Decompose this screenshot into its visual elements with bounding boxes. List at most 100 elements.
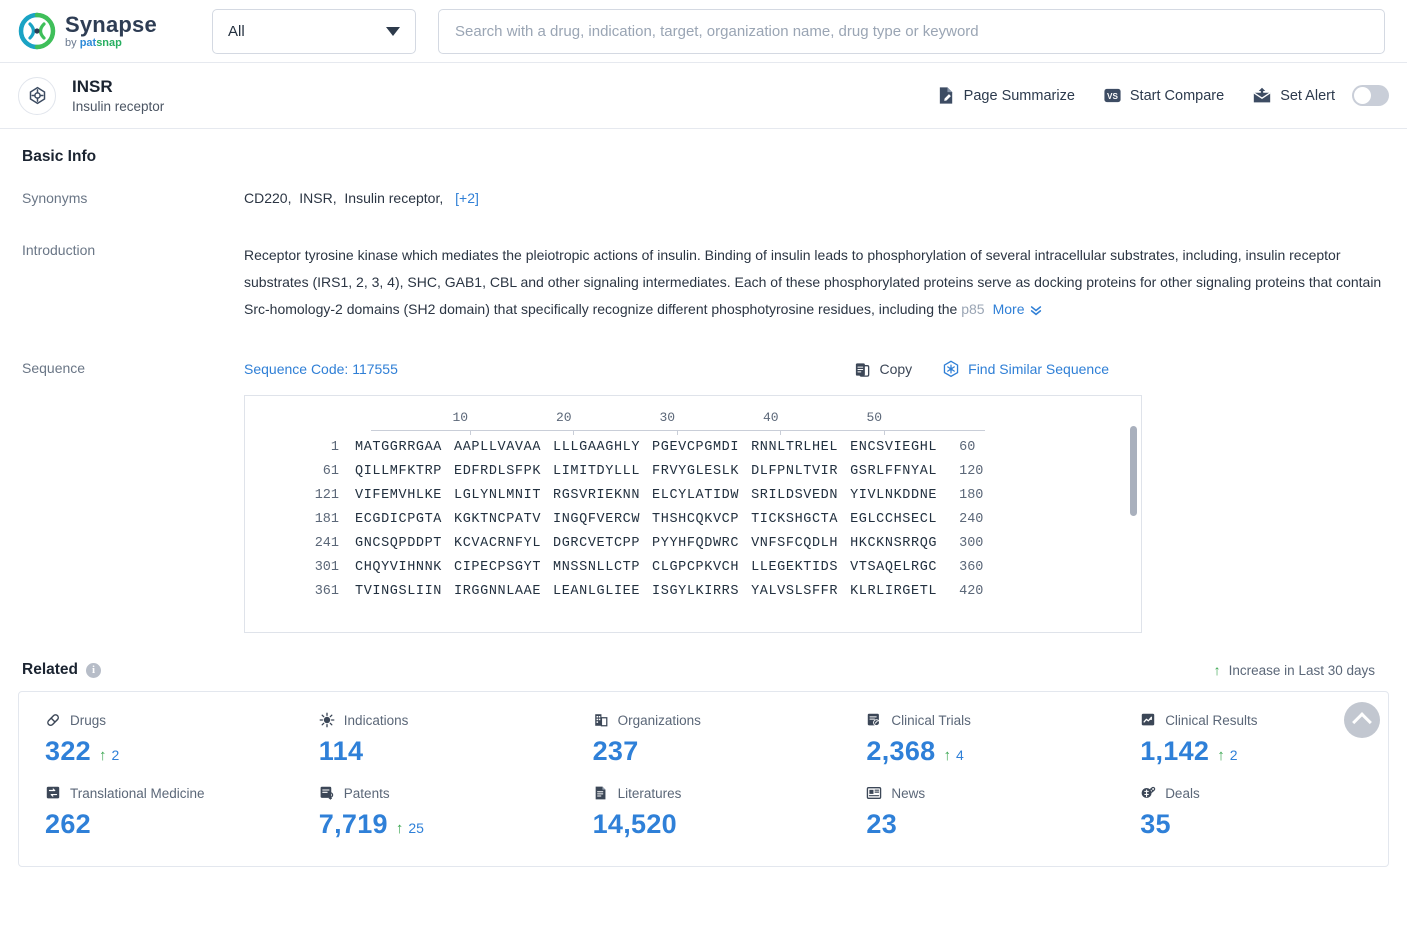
copy-sequence-button[interactable]: Copy xyxy=(854,361,912,378)
related-stat-value-row: 322 ↑ 2 xyxy=(45,736,293,767)
sequence-block: DGRCVETCPP xyxy=(553,536,641,551)
up-arrow-icon: ↑ xyxy=(1217,747,1225,764)
up-arrow-icon: ↑ xyxy=(98,747,107,764)
related-stat-cell[interactable]: Translational Medicine 262 xyxy=(19,785,293,840)
capsule-icon xyxy=(45,712,61,728)
page-summarize-button[interactable]: Page Summarize xyxy=(937,86,1075,105)
sequence-block: VIFEMVHLKE xyxy=(355,488,443,503)
sequence-block: LGLYNLMNIT xyxy=(454,488,542,503)
related-stat-cell[interactable]: Drugs 322 ↑ 2 xyxy=(19,712,293,767)
brand-logo[interactable]: Synapse by patsnap xyxy=(18,12,190,50)
clinical-result-icon xyxy=(1140,712,1156,728)
related-stat-value: 14,520 xyxy=(592,809,677,839)
set-alert-button[interactable]: Set Alert xyxy=(1252,85,1389,106)
copy-label: Copy xyxy=(879,361,913,377)
related-stat-cell[interactable]: News 23 xyxy=(840,785,1114,840)
sequence-block: LEANLGLIEE xyxy=(553,584,641,599)
related-stat-value-row: 1,142 ↑ 2 xyxy=(1140,736,1388,767)
sequence-block: RGSVRIEKNN xyxy=(553,488,641,503)
up-arrow-icon: ↑ xyxy=(1213,662,1221,678)
byline-prefix: by xyxy=(65,36,80,49)
related-stat-cell[interactable]: Organizations 237 xyxy=(567,712,841,767)
find-similar-label: Find Similar Sequence xyxy=(968,361,1109,377)
info-icon[interactable]: i xyxy=(86,662,101,678)
related-stat-cell[interactable]: Deals 35 xyxy=(1114,785,1388,840)
related-stat-cell[interactable]: Patents 7,719 ↑ 25 xyxy=(293,785,567,840)
related-stat-label-row: Patents xyxy=(319,785,567,801)
related-stat-value: 23 xyxy=(866,809,898,839)
sequence-block: CLGPCPKVCH xyxy=(652,560,740,575)
synonym-item: CD220 xyxy=(244,190,288,206)
sequence-row: Sequence Sequence Code: 117555 Copy Find… xyxy=(18,360,1389,633)
up-arrow-icon: ↑ xyxy=(943,747,951,764)
related-stat-label: News xyxy=(891,785,926,801)
sequence-label: Sequence xyxy=(22,360,86,376)
sequence-block: KCVACRNFYL xyxy=(454,536,542,551)
search-input-wrapper[interactable] xyxy=(438,8,1385,54)
sequence-row-end: 240 xyxy=(959,512,984,527)
find-similar-sequence-button[interactable]: Find Similar Sequence xyxy=(942,360,1109,378)
alert-mail-icon xyxy=(1252,86,1272,105)
related-stat-cell[interactable]: Literatures 14,520 xyxy=(567,785,841,840)
related-stat-value: 2,368 xyxy=(866,736,936,766)
search-scope-select[interactable]: All xyxy=(212,8,416,54)
related-stat-delta: ↑ 2 xyxy=(1217,747,1237,764)
sequence-block: SRILDSVEDN xyxy=(751,488,839,503)
synonyms-label: Synonyms xyxy=(22,190,88,206)
set-alert-toggle[interactable] xyxy=(1352,85,1389,106)
sequence-block: ISGYLKIRRS xyxy=(652,584,740,599)
related-stat-cell[interactable]: Clinical Trials 2,368 ↑ 4 xyxy=(840,712,1114,767)
sequence-tools: Copy Find Similar Sequence xyxy=(854,360,1389,378)
sequence-value: Sequence Code: 117555 Copy Find Similar … xyxy=(244,360,1389,633)
sequence-code-link[interactable]: Sequence Code: 117555 xyxy=(244,361,398,377)
related-stat-label: Deals xyxy=(1165,785,1200,801)
vs-compare-icon: VS xyxy=(1103,86,1122,105)
sequence-block: FRVYGLESLK xyxy=(652,464,740,479)
find-similar-icon xyxy=(942,360,960,378)
sequence-row: 241 GNCSQPDDPT KCVACRNFYL DGRCVETCPP PYYHFQD… xyxy=(245,536,1141,551)
sequence-viewer[interactable]: 10 20 30 40 50 1 MATGGRRGAA AAPLLVAVAA LLLGAAGH… xyxy=(244,395,1142,633)
related-stat-label-row: Organizations xyxy=(593,712,841,728)
related-stat-value-row: 14,520 xyxy=(593,809,841,840)
sequence-row-end: 300 xyxy=(959,536,984,551)
related-stat-label-row: Clinical Trials xyxy=(866,712,1114,728)
scroll-to-top-icon[interactable] xyxy=(1344,702,1380,738)
related-stat-delta-value: 25 xyxy=(408,820,424,836)
related-stat-cell[interactable]: Indications 114 xyxy=(293,712,567,767)
sequence-block: KLRLIRGETL xyxy=(850,584,938,599)
sequence-row-blocks: CHQYVIHNNK CIPECPSGYT MNSSNLLCTP CLGPCPKVCH… xyxy=(355,560,937,575)
sequence-ruler-tick: 30 xyxy=(659,410,676,425)
sequence-ruler-tick: 50 xyxy=(866,410,883,425)
related-stat-delta: ↑ 2 xyxy=(99,747,119,764)
synonyms-value: CD220, INSR, Insulin receptor, [+2] xyxy=(244,190,479,206)
byline-pat: pat xyxy=(79,36,97,49)
virus-icon xyxy=(319,712,335,728)
sequence-block: GNCSQPDDPT xyxy=(355,536,443,551)
related-stat-delta: ↑ 4 xyxy=(943,747,963,764)
introduction-text: Receptor tyrosine kinase which mediates … xyxy=(244,247,1382,317)
sequence-row-blocks: ECGDICPGTA KGKTNCPATV INGQFVERCW THSHCQKVCP… xyxy=(355,512,937,527)
synonyms-more-link[interactable]: [+2] xyxy=(455,190,479,206)
start-compare-button[interactable]: VS Start Compare xyxy=(1103,86,1224,105)
related-stat-label: Indications xyxy=(343,712,409,728)
start-compare-label: Start Compare xyxy=(1129,87,1225,104)
sequence-block: LLEGEKTIDS xyxy=(751,560,839,575)
sequence-block: PYYHFQDWRC xyxy=(652,536,740,551)
related-stat-delta: ↑ 25 xyxy=(396,820,424,837)
related-legend: ↑ Increase in Last 30 days xyxy=(1214,663,1389,678)
synonyms-row: Synonyms CD220, INSR, Insulin receptor, … xyxy=(18,190,1389,206)
related-stat-value: 1,142 xyxy=(1140,736,1210,766)
sequence-block: ECGDICPGTA xyxy=(355,512,443,527)
sequence-row: 121 VIFEMVHLKE LGLYNLMNIT RGSVRIEKNN ELCYLAT… xyxy=(245,488,1141,503)
sequence-block: EGLCCHSECL xyxy=(850,512,938,527)
related-stat-label-row: News xyxy=(866,785,1114,801)
related-stat-label-row: Literatures xyxy=(593,785,841,801)
introduction-more-button[interactable]: More xyxy=(993,296,1043,323)
sequence-row: 181 ECGDICPGTA KGKTNCPATV INGQFVERCW THSHCQK… xyxy=(245,512,1141,527)
sequence-block: THSHCQKVCP xyxy=(652,512,740,527)
sequence-scrollbar[interactable] xyxy=(1130,426,1137,516)
page-body: Basic Info Synonyms CD220, INSR, Insulin… xyxy=(0,148,1407,867)
related-stat-delta-value: 2 xyxy=(1229,747,1238,763)
sequence-block: GSRLFFNYAL xyxy=(850,464,938,479)
search-input[interactable] xyxy=(453,21,1370,41)
